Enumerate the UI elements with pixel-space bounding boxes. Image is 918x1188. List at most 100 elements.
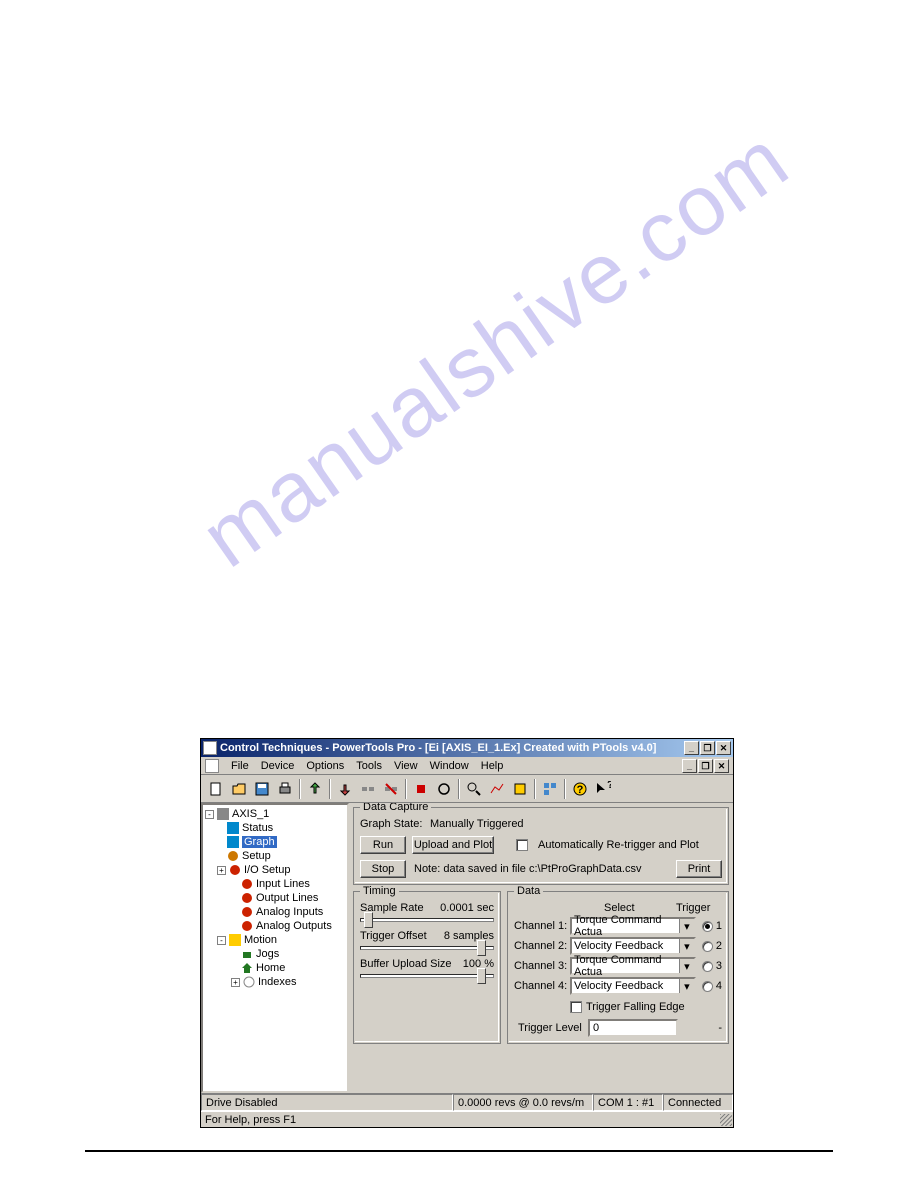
auto-retrigger-label: Automatically Re-trigger and Plot xyxy=(538,839,699,851)
help-bar: For Help, press F1 xyxy=(201,1111,733,1127)
analog-in-icon xyxy=(241,906,253,918)
trigger-level-label: Trigger Level xyxy=(518,1022,588,1034)
stop-all-button[interactable] xyxy=(410,778,432,799)
tree-item-setup[interactable]: Setup xyxy=(205,849,345,863)
trigger-radio-4[interactable] xyxy=(702,981,713,992)
expand-icon[interactable]: - xyxy=(205,810,214,819)
save-button[interactable] xyxy=(251,778,273,799)
menu-view[interactable]: View xyxy=(388,758,424,774)
menu-tools[interactable]: Tools xyxy=(350,758,388,774)
tree-panel[interactable]: - AXIS_1 Status Graph Setup + I/O Setup I… xyxy=(201,803,349,1093)
tree-item-analoginputs[interactable]: Analog Inputs xyxy=(205,905,345,919)
tree-item-status[interactable]: Status xyxy=(205,821,345,835)
slider-thumb[interactable] xyxy=(364,912,373,928)
context-help-button[interactable]: ? xyxy=(592,778,614,799)
falling-edge-checkbox[interactable] xyxy=(570,1001,582,1013)
graph-state-label: Graph State: xyxy=(360,818,430,830)
analog-out-icon xyxy=(241,920,253,932)
slider-thumb[interactable] xyxy=(477,940,486,956)
tree-item-graph[interactable]: Graph xyxy=(205,835,345,849)
new-button[interactable] xyxy=(205,778,227,799)
mdi-restore-button[interactable]: ❐ xyxy=(698,759,713,773)
document-icon[interactable] xyxy=(205,759,219,773)
axis-icon xyxy=(217,808,229,820)
upload-plot-button[interactable]: Upload and Plot xyxy=(412,836,494,854)
sample-rate-value: 0.0001 xyxy=(440,902,474,914)
maximize-button[interactable]: ❐ xyxy=(700,741,715,755)
tree-label: I/O Setup xyxy=(244,864,290,876)
menu-window[interactable]: Window xyxy=(424,758,475,774)
channel-1-select[interactable]: Torque Command Actua▾ xyxy=(570,917,696,935)
trigger-level-input[interactable]: 0 xyxy=(588,1019,678,1037)
toolbar-separator xyxy=(405,779,407,799)
menu-options[interactable]: Options xyxy=(300,758,350,774)
zoom-button[interactable] xyxy=(463,778,485,799)
trigger-radio-2[interactable] xyxy=(702,941,713,952)
minimize-button[interactable]: _ xyxy=(684,741,699,755)
tree-item-analogoutputs[interactable]: Analog Outputs xyxy=(205,919,345,933)
status-position: 0.0000 revs @ 0.0 revs/m xyxy=(453,1094,593,1111)
upload-button[interactable] xyxy=(304,778,326,799)
client-area: - AXIS_1 Status Graph Setup + I/O Setup I… xyxy=(201,803,733,1093)
jog-icon xyxy=(241,948,253,960)
sample-rate-slider[interactable] xyxy=(360,918,494,922)
chevron-down-icon[interactable]: ▾ xyxy=(679,959,694,973)
chevron-down-icon[interactable]: ▾ xyxy=(679,919,694,933)
expand-icon[interactable]: + xyxy=(217,866,226,875)
trigger-radio-1[interactable] xyxy=(702,921,713,932)
watch-button[interactable] xyxy=(509,778,531,799)
mdi-minimize-button[interactable]: _ xyxy=(682,759,697,773)
trigger-offset-slider[interactable] xyxy=(360,946,494,950)
tree-item-jogs[interactable]: Jogs xyxy=(205,947,345,961)
print-graph-button[interactable]: Print xyxy=(676,860,722,878)
tree-item-motion[interactable]: -Motion xyxy=(205,933,345,947)
collapse-icon[interactable]: - xyxy=(217,936,226,945)
tree-item-outputlines[interactable]: Output Lines xyxy=(205,891,345,905)
tree-item-indexes[interactable]: +Indexes xyxy=(205,975,345,989)
channel-1-row: Channel 1: Torque Command Actua▾ 1 xyxy=(514,917,722,935)
toolbar-separator xyxy=(458,779,460,799)
about-button[interactable]: ? xyxy=(569,778,591,799)
view-button[interactable] xyxy=(539,778,561,799)
tree-label: Jogs xyxy=(256,948,279,960)
buffer-size-slider[interactable] xyxy=(360,974,494,978)
close-button[interactable]: ✕ xyxy=(716,741,731,755)
stop-button[interactable]: Stop xyxy=(360,860,406,878)
tree-item-home[interactable]: Home xyxy=(205,961,345,975)
chart-button[interactable] xyxy=(486,778,508,799)
reset-button[interactable] xyxy=(433,778,455,799)
channel-4-select[interactable]: Velocity Feedback▾ xyxy=(570,977,696,995)
status-com: COM 1 : #1 xyxy=(593,1094,663,1111)
trigger-radio-3[interactable] xyxy=(702,961,713,972)
chevron-down-icon[interactable]: ▾ xyxy=(679,979,694,993)
question-icon: ? xyxy=(572,781,588,797)
disconnect-button[interactable] xyxy=(380,778,402,799)
tree-item-inputlines[interactable]: Input Lines xyxy=(205,877,345,891)
reset-icon xyxy=(436,781,452,797)
download-button[interactable] xyxy=(334,778,356,799)
menu-help[interactable]: Help xyxy=(475,758,510,774)
input-icon xyxy=(241,878,253,890)
connect-button[interactable] xyxy=(357,778,379,799)
open-button[interactable] xyxy=(228,778,250,799)
expand-icon[interactable]: + xyxy=(231,978,240,987)
slider-thumb[interactable] xyxy=(477,968,486,984)
channel-3-select[interactable]: Torque Command Actua▾ xyxy=(570,957,696,975)
tree-root[interactable]: - AXIS_1 xyxy=(205,807,345,821)
trigger-offset-unit: samples xyxy=(453,930,494,942)
auto-retrigger-checkbox[interactable] xyxy=(516,839,528,851)
print-button[interactable] xyxy=(274,778,296,799)
menu-device[interactable]: Device xyxy=(255,758,301,774)
app-window: Control Techniques - PowerTools Pro - [E… xyxy=(200,738,734,1128)
toolbar-separator xyxy=(329,779,331,799)
titlebar: Control Techniques - PowerTools Pro - [E… xyxy=(201,739,733,757)
channel-2-select[interactable]: Velocity Feedback▾ xyxy=(570,937,696,955)
sample-rate-unit: sec xyxy=(477,902,494,914)
run-button[interactable]: Run xyxy=(360,836,406,854)
app-icon xyxy=(203,741,217,755)
menu-file[interactable]: File xyxy=(225,758,255,774)
mdi-close-button[interactable]: ✕ xyxy=(714,759,729,773)
tree-item-iosetup[interactable]: + I/O Setup xyxy=(205,863,345,877)
chevron-down-icon[interactable]: ▾ xyxy=(679,939,694,953)
resize-grip[interactable] xyxy=(720,1114,732,1126)
